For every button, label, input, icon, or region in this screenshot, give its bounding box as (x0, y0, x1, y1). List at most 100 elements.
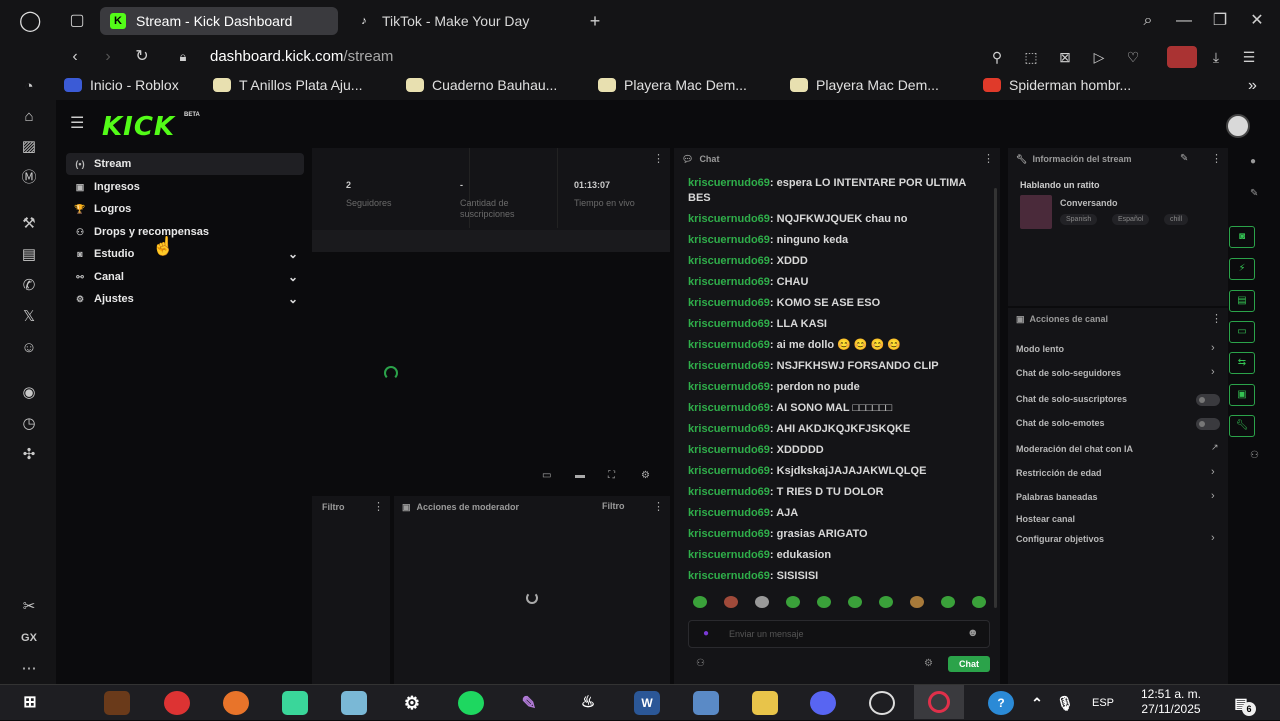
snapshot-icon[interactable]: ⬚ (1020, 46, 1042, 68)
action-solo-seguidores[interactable]: Chat de solo-seguidores (1016, 368, 1121, 378)
kebab-menu-icon[interactable]: ⋮ (653, 500, 664, 513)
feather-icon[interactable]: ✎ (516, 691, 542, 715)
bookmark-item[interactable]: Spiderman hombr... (983, 77, 1131, 93)
emote-icon[interactable] (972, 596, 986, 608)
tab-kick-dashboard[interactable]: K Stream - Kick Dashboard (100, 7, 338, 35)
more-icon[interactable]: ⋯ (18, 658, 40, 680)
chat-username[interactable]: kriscuernudo69 (688, 507, 770, 519)
nav-item-stream[interactable]: (•) Stream (66, 153, 304, 175)
tool-link-icon[interactable]: ⇆ (1229, 352, 1255, 374)
spotify-icon[interactable] (458, 691, 484, 715)
chat-username[interactable]: kriscuernudo69 (688, 381, 770, 393)
lock-icon[interactable]: 🔒︎ (172, 46, 194, 68)
chat-username[interactable]: kriscuernudo69 (688, 297, 770, 309)
chevron-right-icon[interactable]: › (1211, 466, 1215, 478)
bookmark-item[interactable]: Cuaderno Bauhau... (406, 77, 557, 93)
tool-camera-icon[interactable]: ◙ (1229, 226, 1255, 248)
tool-message-icon[interactable]: ▭ (1229, 321, 1255, 343)
x-twitter-icon[interactable]: 𝕏 (18, 306, 40, 328)
info-icon[interactable]: ● (1250, 156, 1256, 167)
chat-username[interactable]: kriscuernudo69 (688, 213, 770, 225)
edit-icon[interactable]: ✎ (1180, 153, 1188, 164)
tools-icon[interactable]: ⚒ (18, 213, 40, 235)
toggle-solo-emotes[interactable] (1196, 418, 1220, 430)
settings-gear-icon[interactable]: ⚙ (399, 691, 425, 715)
app-icon[interactable] (869, 691, 895, 715)
app-icon[interactable] (341, 691, 367, 715)
action-modo-lento[interactable]: Modo lento (1016, 344, 1064, 354)
new-tab-button[interactable]: + (584, 10, 606, 32)
chat-username[interactable]: kriscuernudo69 (688, 444, 770, 456)
clock[interactable]: 12:51 a. m. 27/11/2025 (1130, 687, 1212, 717)
pencil-icon[interactable]: ✎ (1250, 188, 1258, 199)
chat-username[interactable]: kriscuernudo69 (688, 177, 770, 189)
tool-chat-icon[interactable]: ▤ (1229, 290, 1255, 312)
emote-icon[interactable] (755, 596, 769, 608)
chrome-icon[interactable] (164, 691, 190, 715)
nav-item-drops[interactable]: ⚇ Drops y recompensas (66, 221, 304, 243)
kick-logo[interactable]: KICK (102, 112, 175, 142)
users-icon[interactable]: ⚇ (1250, 450, 1259, 461)
settings-gear-icon[interactable]: ⚙ (641, 470, 650, 481)
whatsapp-icon[interactable]: ✆ (18, 275, 40, 297)
kebab-menu-icon[interactable]: ⋮ (373, 500, 384, 513)
forward-icon[interactable]: › (97, 46, 119, 68)
discord-icon[interactable] (810, 691, 836, 715)
chat-username[interactable]: kriscuernudo69 (688, 528, 770, 540)
opera-menu-icon[interactable]: ◯ (19, 10, 41, 32)
steam-icon[interactable]: ♨ (575, 691, 601, 715)
tool-flash-icon[interactable]: ⚡︎ (1229, 258, 1255, 280)
search-icon[interactable]: ⌕ (1137, 10, 1159, 32)
chat-username[interactable]: kriscuernudo69 (688, 486, 770, 498)
chat-settings-icon[interactable]: ⚙ (924, 658, 933, 669)
chat-username[interactable]: kriscuernudo69 (688, 465, 770, 477)
emote-icon[interactable] (941, 596, 955, 608)
gx-label[interactable]: GX (18, 627, 40, 649)
workspaces-icon[interactable]: ✂ (18, 596, 40, 618)
word-icon[interactable]: W (634, 691, 660, 715)
mic-icon[interactable]: ● (703, 628, 709, 639)
chat-input[interactable]: ● Enviar un mensaje ☻ (688, 620, 990, 648)
users-icon[interactable]: ⚇ (696, 658, 705, 669)
nav-item-estudio[interactable]: ◙ Estudio ⌄ (66, 243, 304, 265)
hamburger-menu-icon[interactable]: ☰ (70, 116, 90, 132)
adblock-icon[interactable]: ⊠ (1054, 46, 1076, 68)
firefox-icon[interactable] (223, 691, 249, 715)
theater-icon[interactable]: ▬ (575, 470, 585, 481)
file-explorer-icon[interactable] (752, 691, 778, 715)
chat-username[interactable]: kriscuernudo69 (688, 360, 770, 372)
action-configurar-objetivos[interactable]: Configurar objetivos (1016, 534, 1104, 544)
chevron-right-icon[interactable]: › (1211, 366, 1215, 378)
tag-chip[interactable]: Español (1112, 214, 1150, 225)
fnaf-app-icon[interactable] (104, 691, 130, 715)
chat-username[interactable]: kriscuernudo69 (688, 570, 770, 582)
language-indicator[interactable]: ESP (1088, 691, 1118, 715)
gx-corner-icon[interactable]: ⌂ (18, 106, 40, 128)
discord-icon[interactable]: ☺ (18, 337, 40, 359)
action-palabras-baneadas[interactable]: Palabras baneadas (1016, 492, 1098, 502)
emote-icon[interactable] (786, 596, 800, 608)
chat-username[interactable]: kriscuernudo69 (688, 549, 770, 561)
gx-control-icon[interactable]: Ⓜ (18, 167, 40, 189)
chevron-right-icon[interactable]: › (1211, 532, 1215, 544)
bookmark-item[interactable]: Playera Mac Dem... (790, 77, 939, 93)
emote-icon[interactable] (848, 596, 862, 608)
toggle-solo-suscriptores[interactable] (1196, 394, 1220, 406)
tab-list-icon[interactable]: ▢ (66, 10, 88, 32)
chat-scrollbar[interactable] (994, 188, 997, 608)
back-icon[interactable]: ‹ (64, 46, 86, 68)
history-icon[interactable]: ◷ (18, 413, 40, 435)
microphone-icon[interactable]: 🎙︎ (1052, 691, 1078, 715)
chat-username[interactable]: kriscuernudo69 (688, 255, 770, 267)
profile-avatar-icon[interactable] (1167, 46, 1197, 68)
emote-icon[interactable] (910, 596, 924, 608)
emote-icon[interactable] (724, 596, 738, 608)
restore-icon[interactable]: ❐ (1209, 10, 1231, 32)
extensions-icon[interactable]: ✣ (18, 444, 40, 466)
twitch-icon[interactable]: ▤ (18, 244, 40, 266)
chat-username[interactable]: kriscuernudo69 (688, 234, 770, 246)
action-hostear-canal[interactable]: Hostear canal (1016, 514, 1075, 524)
chat-username[interactable]: kriscuernudo69 (688, 276, 770, 288)
nav-item-canal[interactable]: ⚯ Canal ⌄ (66, 266, 304, 288)
opera-gx-taskbar-button[interactable] (914, 685, 964, 719)
